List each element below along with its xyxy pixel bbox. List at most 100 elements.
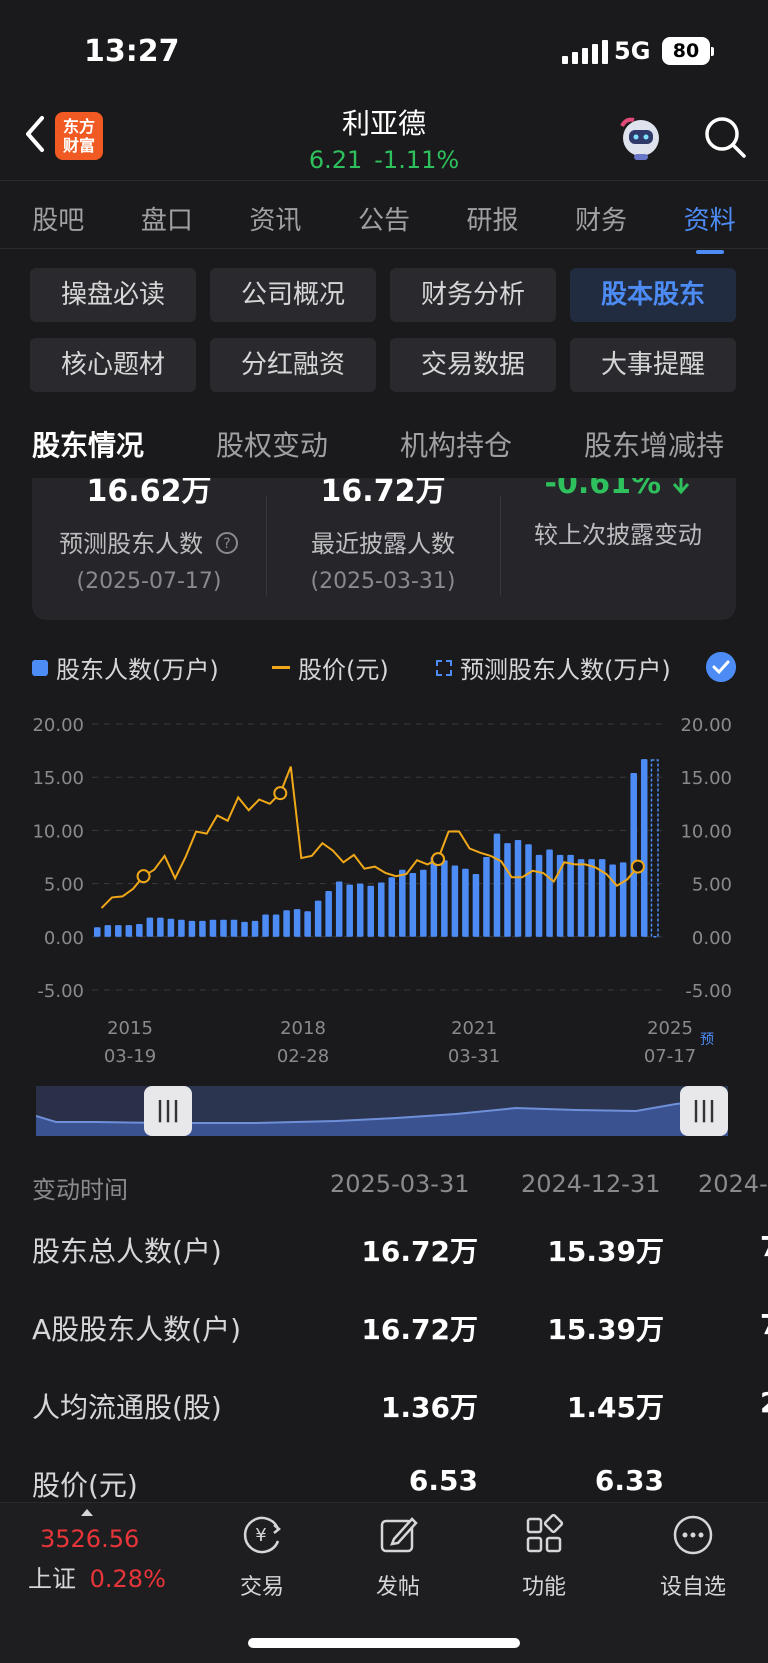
holders-bar [546, 849, 553, 937]
table-header-time: 变动时间 [32, 1176, 128, 1204]
holders-bar [630, 772, 637, 937]
holders-bar [367, 885, 375, 937]
subtab-equity-changes[interactable]: 股权变动 [216, 424, 328, 464]
holders-bar [325, 891, 332, 937]
subtab-institutions[interactable]: 机构持仓 [400, 424, 512, 464]
tab-guba[interactable]: 股吧 [32, 180, 84, 248]
legend-bar-swatch [32, 659, 48, 676]
y-tick-left: -5.00 [37, 981, 84, 1002]
index-quote[interactable]: 上证 0.28% [28, 1559, 166, 1594]
tab-finance[interactable]: 财务 [575, 180, 627, 248]
nav-features-label: 功能 [521, 1575, 566, 1600]
holders-bar [314, 900, 322, 937]
holders-bar [472, 874, 480, 937]
latest-holders-label: 最近披露人数 [311, 530, 455, 558]
table-row: 股东总人数(户) 16.72万 15.39万 7 [0, 1230, 768, 1270]
table-row: 人均流通股(股) 1.36万 1.45万 2 [0, 1386, 768, 1426]
nav-post[interactable]: 发帖 [358, 1513, 438, 1601]
row-value: 16.72万 [361, 1313, 478, 1346]
slider-right-handle[interactable]: ||| [680, 1086, 728, 1136]
index-value[interactable]: 3526.56 [40, 1525, 139, 1553]
chip-dividends[interactable]: 分红融资 [210, 338, 376, 392]
row-value: 6.33 [594, 1464, 664, 1497]
holders-bar [115, 925, 122, 937]
holders-bar [251, 920, 259, 937]
holders-bar [136, 924, 143, 937]
chip-trading-guide[interactable]: 操盘必读 [30, 268, 196, 322]
holders-bar [609, 864, 616, 937]
forecast-holders-value: 16.62万 [86, 478, 212, 509]
holders-bar [188, 920, 196, 937]
row-label: 人均流通股(股) [32, 1391, 222, 1424]
tab-announcements[interactable]: 公告 [358, 180, 410, 248]
help-icon[interactable]: ? [215, 531, 239, 555]
holders-bar [504, 843, 511, 937]
tab-research[interactable]: 研报 [467, 180, 519, 248]
chip-trading-data[interactable]: 交易数据 [390, 338, 556, 392]
x-tick-date: 03-31 [448, 1046, 500, 1067]
price-marker [136, 869, 151, 884]
nav-customize[interactable]: 设自选 [648, 1513, 738, 1601]
subtab-holder-changes[interactable]: 股东增减持 [584, 424, 724, 464]
holders-bar [283, 910, 290, 937]
index-name: 上证 [28, 1565, 76, 1593]
holders-bar [430, 857, 438, 937]
slider-preview [35, 1086, 729, 1136]
tab-pankou[interactable]: 盘口 [141, 180, 193, 248]
legend-dashed-swatch [436, 659, 452, 676]
forecast-holders-date: (2025-07-17) [76, 569, 222, 594]
slider-left-handle[interactable]: ||| [144, 1086, 192, 1136]
x-tick-year: 2015 [107, 1018, 153, 1039]
row-value: 2 [760, 1386, 768, 1419]
holders-bar [293, 909, 301, 937]
holders-bar [493, 833, 501, 937]
holders-bar [525, 844, 532, 937]
row-value: 7 [760, 1308, 768, 1341]
chip-company-overview[interactable]: 公司概况 [210, 268, 376, 322]
holders-bar [409, 872, 417, 937]
nav-post-label: 发帖 [375, 1575, 420, 1600]
more-icon [673, 1515, 713, 1555]
holders-bar [125, 925, 133, 937]
holders-bar [356, 883, 364, 937]
forecast-holders: 16.62万 预测股东人数 ? (2025-07-17) [32, 478, 266, 620]
legend-holders[interactable]: 股东人数(万户) [32, 650, 219, 685]
chip-shareholders[interactable]: 股本股东 [570, 268, 736, 322]
nav-trade[interactable]: ¥ 交易 [222, 1513, 302, 1601]
x-tick-year: 2021 [451, 1018, 497, 1039]
tab-profile[interactable]: 资料 [684, 180, 736, 254]
checkmark-icon[interactable] [706, 652, 736, 682]
chip-core-themes[interactable]: 核心题材 [30, 338, 196, 392]
subtab-holders[interactable]: 股东情况 [32, 424, 145, 482]
latest-holders-date: (2025-03-31) [310, 569, 456, 594]
index-change: 0.28% [89, 1565, 166, 1593]
holders-bar [157, 917, 164, 937]
nav-features[interactable]: 功能 [504, 1513, 584, 1601]
holders-bar [241, 921, 248, 937]
holders-bar [104, 925, 112, 937]
y-tick-right: 10.00 [680, 821, 732, 842]
holders-bar [462, 868, 469, 937]
chip-events[interactable]: 大事提醒 [570, 338, 736, 392]
holders-chart[interactable]: 20.00 20.00 15.00 15.00 10.00 10.00 5.00 5.00 0.… [0, 700, 768, 1070]
tab-news[interactable]: 资讯 [249, 180, 301, 248]
table-row: A股股东人数(户) 16.72万 15.39万 7 [0, 1308, 768, 1348]
holders-bar [399, 869, 406, 937]
row-label: 股东总人数(户) [32, 1235, 222, 1268]
y-tick-left: 20.00 [32, 715, 84, 736]
home-indicator[interactable] [248, 1638, 520, 1648]
legend-forecast[interactable]: 预测股东人数(万户) [436, 650, 671, 685]
caret-up-icon[interactable] [80, 1507, 94, 1517]
assistant-robot-icon[interactable] [616, 112, 666, 162]
range-slider[interactable] [35, 1086, 729, 1136]
chip-financial-analysis[interactable]: 财务分析 [390, 268, 556, 322]
svg-text:¥: ¥ [255, 1525, 266, 1546]
search-icon[interactable] [702, 114, 748, 160]
grid-icon [526, 1513, 564, 1553]
holders-bar [167, 918, 175, 937]
holders-bar [335, 881, 343, 937]
nav-customize-label: 设自选 [659, 1575, 726, 1600]
holders-bar [346, 884, 353, 937]
holders-bar [178, 919, 185, 937]
legend-price[interactable]: 股价(元) [272, 650, 389, 685]
